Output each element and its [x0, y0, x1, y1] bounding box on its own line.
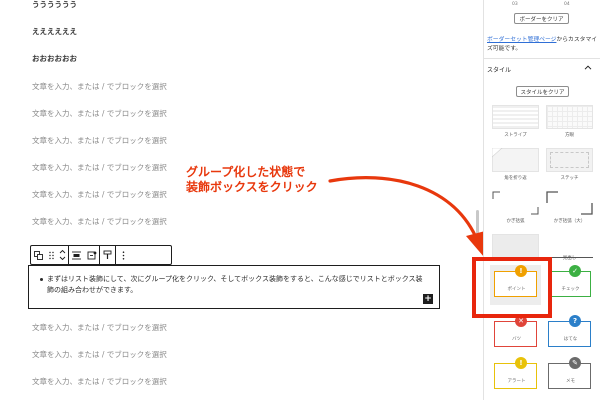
- style-tile-folded-corner[interactable]: 角を折り返: [490, 145, 541, 185]
- style-tile-bracket-large[interactable]: かぎ括弧（大）: [544, 188, 595, 228]
- paragraph-placeholder[interactable]: 文章を入力、または / でブロックを選択: [32, 190, 167, 200]
- border-grid-labels: 03 04: [484, 0, 600, 8]
- check-icon: ✓: [569, 265, 581, 277]
- border-clear-button[interactable]: ボーダーをクリア: [514, 13, 569, 24]
- tile-label: かぎ括弧: [506, 219, 525, 224]
- editor-scrollbar[interactable]: [476, 210, 479, 246]
- paragraph-placeholder[interactable]: 文章を入力、または / でブロックを選択: [32, 136, 167, 146]
- tile-label: チェック: [561, 287, 580, 292]
- chevron-up-icon[interactable]: [584, 64, 592, 72]
- deco-box-question: ? はてな: [548, 315, 591, 347]
- annotation-line-2: 装飾ボックスをクリック: [186, 180, 318, 194]
- tile-label: 角を折り返: [504, 176, 527, 181]
- alert-icon: !: [515, 357, 527, 369]
- style-section-title: スタイル: [487, 67, 512, 74]
- more-options-icon[interactable]: [116, 246, 131, 264]
- toolbar-group-parent: [31, 246, 69, 264]
- deco-box-check: ✓ チェック: [548, 265, 591, 297]
- move-up-down-icon[interactable]: [56, 246, 68, 264]
- stripe-pattern-icon: [492, 105, 539, 129]
- tile-label: バツ: [512, 337, 521, 342]
- tile-label: メモ: [566, 379, 575, 384]
- highlight-icon[interactable]: [100, 246, 115, 264]
- deco-box-alert: ! アラート: [494, 357, 537, 389]
- annotation-text: グループ化した状態で 装飾ボックスをクリック: [186, 165, 318, 195]
- style-tile-stripe[interactable]: ストライプ: [490, 102, 541, 142]
- settings-sidebar: 03 04 ボーダーをクリア ボーダーセット管理ページからカスタマイズ可能です。…: [483, 0, 600, 400]
- paragraph-block[interactable]: ええええええ: [32, 27, 77, 37]
- list-item[interactable]: まずはリスト装飾にして、次にグループ化をクリック、そしてボックス装飾をすると、こ…: [39, 274, 429, 296]
- drag-handle-icon[interactable]: [46, 246, 56, 264]
- gray-fill-icon: [492, 234, 539, 258]
- tile-label: アラート: [507, 379, 526, 384]
- deco-tile-memo[interactable]: ✎ メモ: [544, 357, 595, 397]
- divider: [484, 58, 600, 59]
- grid-pattern-icon: [546, 105, 593, 129]
- full-width-icon[interactable]: [84, 246, 99, 264]
- tile-label: ステッチ: [560, 176, 579, 181]
- style-tile-grid[interactable]: 方眼: [544, 102, 595, 142]
- paragraph-placeholder[interactable]: 文章を入力、または / でブロックを選択: [32, 163, 167, 173]
- list-block[interactable]: まずはリスト装飾にして、次にグループ化をクリック、そしてボックス装飾をすると、こ…: [29, 266, 439, 296]
- toolbar-group-format: [100, 246, 116, 264]
- paragraph-placeholder[interactable]: 文章を入力、または / でブロックを選択: [32, 82, 167, 92]
- paragraph-placeholder[interactable]: 文章を入力、または / でブロックを選択: [32, 323, 167, 333]
- tile-label: はてな: [563, 337, 578, 342]
- style-clear-button[interactable]: スタイルをクリア: [516, 86, 569, 97]
- tile-label: 方眼: [565, 133, 574, 138]
- tile-label: かぎ括弧（大）: [553, 219, 586, 224]
- deco-tile-alert[interactable]: ! アラート: [490, 357, 541, 397]
- paragraph-placeholder[interactable]: 文章を入力、または / でブロックを選択: [32, 377, 167, 387]
- annotation-line-1: グループ化した状態で: [186, 165, 306, 179]
- tile-label: ストライプ: [504, 133, 527, 138]
- group-icon[interactable]: [31, 246, 46, 264]
- paragraph-block[interactable]: うううううう: [32, 0, 77, 10]
- stitch-border-icon: [546, 148, 593, 172]
- bracket-corner-icon: [492, 191, 539, 215]
- preset-note: ボーダーセット管理ページからカスタマイズ可能です。: [487, 36, 599, 54]
- deco-box-memo: ✎ メモ: [548, 357, 591, 389]
- toolbar-group-align: [69, 246, 100, 264]
- preset-link[interactable]: ボーダーセット管理ページ: [487, 37, 556, 43]
- pencil-icon: ✎: [569, 357, 581, 369]
- paragraph-placeholder[interactable]: 文章を入力、または / でブロックを選択: [32, 350, 167, 360]
- question-icon: ?: [569, 315, 581, 327]
- editor-canvas[interactable]: うううううう ええええええ おおおおおお 文章を入力、または / でブロックを選…: [0, 0, 476, 400]
- group-block-selected[interactable]: まずはリスト装飾にして、次にグループ化をクリック、そしてボックス装飾をすると、こ…: [28, 265, 440, 309]
- grid-label: 04: [564, 2, 570, 7]
- deco-tile-cross[interactable]: ✕ バツ: [490, 315, 541, 355]
- paragraph-placeholder[interactable]: 文章を入力、または / でブロックを選択: [32, 109, 167, 119]
- align-icon[interactable]: [69, 246, 84, 264]
- style-tile-bracket[interactable]: かぎ括弧: [490, 188, 541, 228]
- style-tile-stitch[interactable]: ステッチ: [544, 145, 595, 185]
- folded-corner-icon: [492, 148, 539, 172]
- highlight-frame: [472, 257, 552, 318]
- deco-box-cross: ✕ バツ: [494, 315, 537, 347]
- deco-tile-question[interactable]: ? はてな: [544, 315, 595, 355]
- paragraph-block[interactable]: おおおおおお: [32, 54, 77, 64]
- bracket-corner-large-icon: [546, 191, 593, 215]
- block-toolbar: [30, 245, 172, 265]
- block-inserter-button[interactable]: +: [423, 294, 433, 304]
- toolbar-group-more: [116, 246, 131, 264]
- grid-label: 03: [512, 2, 518, 7]
- paragraph-placeholder[interactable]: 文章を入力、または / でブロックを選択: [32, 217, 167, 227]
